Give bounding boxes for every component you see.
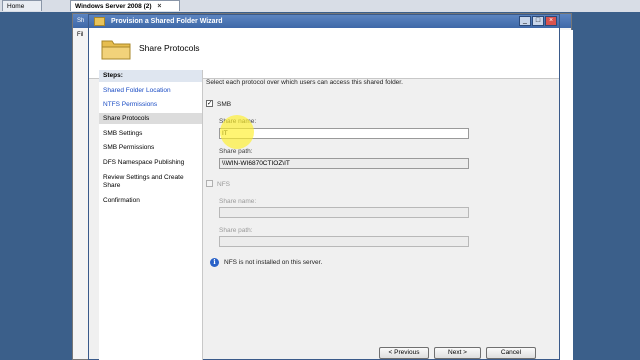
folder-icon [94, 17, 105, 26]
nfs-share-name-input [219, 207, 469, 218]
instruction-text: Select each protocol over which users ca… [206, 79, 403, 86]
wizard-dialog: Provision a Shared Folder Wizard _ □ × S… [88, 14, 560, 360]
step-ntfs-permissions[interactable]: NTFS Permissions [103, 101, 201, 109]
cancel-button[interactable]: Cancel [486, 347, 536, 359]
close-icon[interactable]: × [157, 1, 161, 12]
close-button[interactable]: × [545, 16, 557, 26]
smb-share-path-value: \\WIN-WI6870CTIOZ\IT [222, 160, 290, 167]
cursor-highlight [220, 115, 254, 149]
smb-label: SMB [217, 101, 232, 108]
maximize-button[interactable]: □ [532, 16, 544, 26]
previous-button[interactable]: < Previous [379, 347, 429, 359]
nfs-checkbox[interactable] [206, 180, 213, 187]
step-review-settings: Review Settings and Create Share [103, 174, 184, 189]
nfs-share-path-label: Share path: [219, 227, 253, 234]
smb-share-path-label: Share path: [219, 148, 253, 155]
main-content: Select each protocol over which users ca… [202, 70, 542, 360]
host-tab-label: Windows Server 2008 (2) [75, 3, 152, 10]
nfs-note: NFS is not installed on this server. [224, 259, 323, 266]
background-title: Sh [77, 18, 85, 24]
shared-folder-icon [101, 40, 131, 60]
next-button[interactable]: Next > [434, 347, 481, 359]
step-shared-folder-location[interactable]: Shared Folder Location [103, 87, 201, 95]
step-share-protocols: Share Protocols [99, 113, 202, 124]
wizard-title: Provision a Shared Folder Wizard [111, 18, 223, 25]
nfs-share-name-label: Share name: [219, 198, 257, 205]
nfs-label: NFS [217, 181, 230, 188]
smb-share-name-input[interactable]: IT [219, 128, 469, 139]
steps-header: Steps: [99, 70, 202, 82]
step-smb-settings: SMB Settings [103, 130, 143, 137]
background-menu: Fil [77, 32, 84, 38]
page-title: Share Protocols [139, 43, 200, 53]
step-smb-permissions: SMB Permissions [103, 144, 155, 151]
wizard-titlebar[interactable]: Provision a Shared Folder Wizard _ □ × [89, 15, 559, 28]
smb-checkbox[interactable]: ✓ [206, 100, 213, 107]
step-confirmation: Confirmation [103, 197, 140, 204]
host-tab-home[interactable]: Home [2, 0, 42, 11]
step-dfs-namespace-publishing: DFS Namespace Publishing [103, 159, 185, 166]
minimize-button[interactable]: _ [519, 16, 531, 26]
smb-share-path-field: \\WIN-WI6870CTIOZ\IT [219, 158, 469, 169]
info-icon: i [210, 258, 219, 267]
nfs-share-path-field [219, 236, 469, 247]
host-tab-vm[interactable]: Windows Server 2008 (2) × [70, 0, 180, 11]
host-tab-label: Home [7, 3, 25, 10]
steps-pane: Steps: Shared Folder Location NTFS Permi… [99, 70, 203, 360]
